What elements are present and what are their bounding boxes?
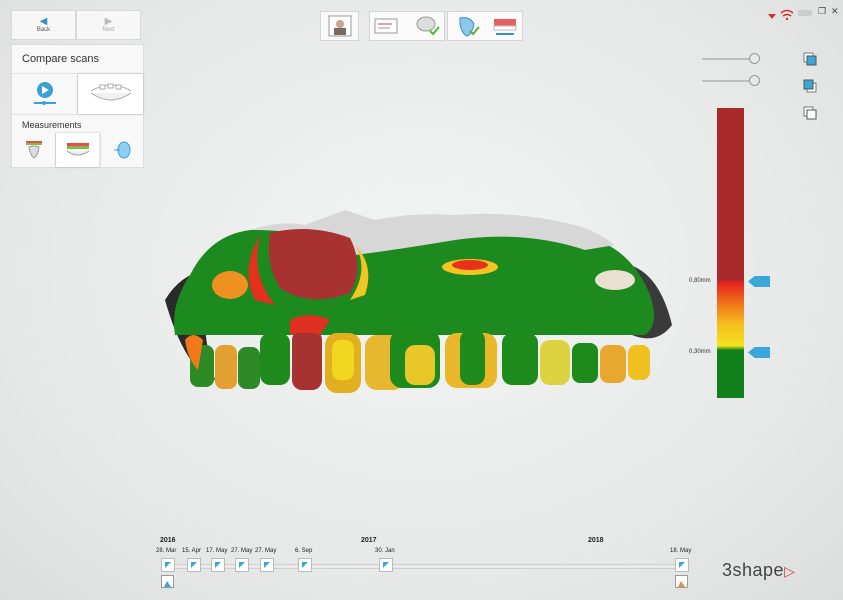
- tooth-colormap-icon: [25, 141, 42, 159]
- overlay-back-icon[interactable]: [803, 79, 817, 93]
- logo-triangle-icon: ▷: [784, 563, 796, 579]
- timeline-year-1: 2017: [361, 537, 377, 544]
- compare-scan-marker[interactable]: [675, 575, 688, 588]
- patient-step[interactable]: [320, 11, 359, 41]
- upper-threshold-handle[interactable]: [748, 276, 770, 287]
- timeline-scan-4[interactable]: [260, 558, 274, 572]
- restore-icon[interactable]: ❐: [818, 6, 826, 17]
- occlusion-icon: [113, 141, 130, 159]
- deviation-color-scale: [717, 108, 744, 398]
- tooth-color-map-button[interactable]: [12, 133, 56, 167]
- timeline-scan-7[interactable]: [675, 558, 689, 572]
- timeline-date-1: 15. Apr: [182, 548, 202, 554]
- timeline-date-5: 6. Sep: [295, 548, 313, 554]
- timeline-scan-0[interactable]: [161, 558, 175, 572]
- tooth-blue-icon: [164, 581, 171, 587]
- timeline-date-6: 30. Jan: [375, 548, 395, 554]
- compare-scans-panel: Compare scans Measurements: [11, 44, 144, 168]
- timeline-year-2: 2018: [588, 537, 604, 544]
- timeline-scan-2[interactable]: [211, 558, 225, 572]
- opacity-slider-1-knob[interactable]: [749, 53, 760, 64]
- play-icon: [33, 82, 56, 105]
- timeline-date-3: 27. May: [231, 548, 253, 554]
- scan-teeth-icon: [374, 16, 440, 36]
- lower-threshold-label: 0,30mm: [689, 349, 711, 355]
- patient-photo-icon: [328, 15, 351, 37]
- overlay-none-icon[interactable]: [803, 106, 817, 120]
- tooth-orange-icon: [678, 581, 685, 587]
- arrow-left-icon: ◀: [39, 16, 48, 27]
- lower-threshold-handle[interactable]: [748, 347, 770, 358]
- timeline-date-7: 18. May: [670, 548, 692, 554]
- close-icon[interactable]: ✕: [831, 6, 839, 17]
- next-label: Next: [102, 27, 115, 33]
- timeline-date-2: 17. May: [206, 548, 228, 554]
- measurements-label: Measurements: [12, 114, 143, 133]
- arrow-right-icon: ▶: [104, 16, 113, 27]
- panel-title: Compare scans: [22, 53, 100, 65]
- reference-scan-marker[interactable]: [161, 575, 174, 588]
- scan-step[interactable]: [369, 11, 445, 41]
- scan-compare-view-button[interactable]: [78, 74, 143, 114]
- next-button[interactable]: ▶ Next: [76, 10, 141, 40]
- tooth-analyze-icon: [459, 17, 517, 37]
- timeline-date-4: 27. May: [255, 548, 277, 554]
- occlusion-measure-button[interactable]: [100, 133, 143, 167]
- dental-arch-colormap-view[interactable]: [160, 205, 680, 415]
- teeth-row: [190, 330, 650, 393]
- brand-name: 3shape: [722, 560, 785, 580]
- back-label: Back: [36, 27, 51, 33]
- back-button[interactable]: ◀ Back: [11, 10, 76, 40]
- brand-logo: 3shape▷: [722, 560, 795, 581]
- overlay-front-icon[interactable]: [803, 52, 817, 66]
- arch-color-map-button[interactable]: [56, 133, 100, 167]
- timeline-scan-6[interactable]: [379, 558, 393, 572]
- opacity-slider-2-knob[interactable]: [749, 75, 760, 86]
- timeline-scan-1[interactable]: [187, 558, 201, 572]
- battery-icon: [798, 10, 812, 16]
- timeline-year-0: 2016: [160, 537, 176, 544]
- analyze-step[interactable]: [447, 11, 523, 41]
- play-comparison-button[interactable]: [12, 74, 78, 114]
- timeline-scan-3[interactable]: [235, 558, 249, 572]
- upper-threshold-label: 0,80mm: [689, 278, 711, 284]
- timeline-scan-5[interactable]: [298, 558, 312, 572]
- timeline-date-0: 28. Mar: [156, 548, 177, 554]
- arch-colormap-icon: [66, 143, 89, 156]
- wifi-status-icon: [768, 9, 793, 21]
- jaw-outline-icon: [90, 83, 131, 101]
